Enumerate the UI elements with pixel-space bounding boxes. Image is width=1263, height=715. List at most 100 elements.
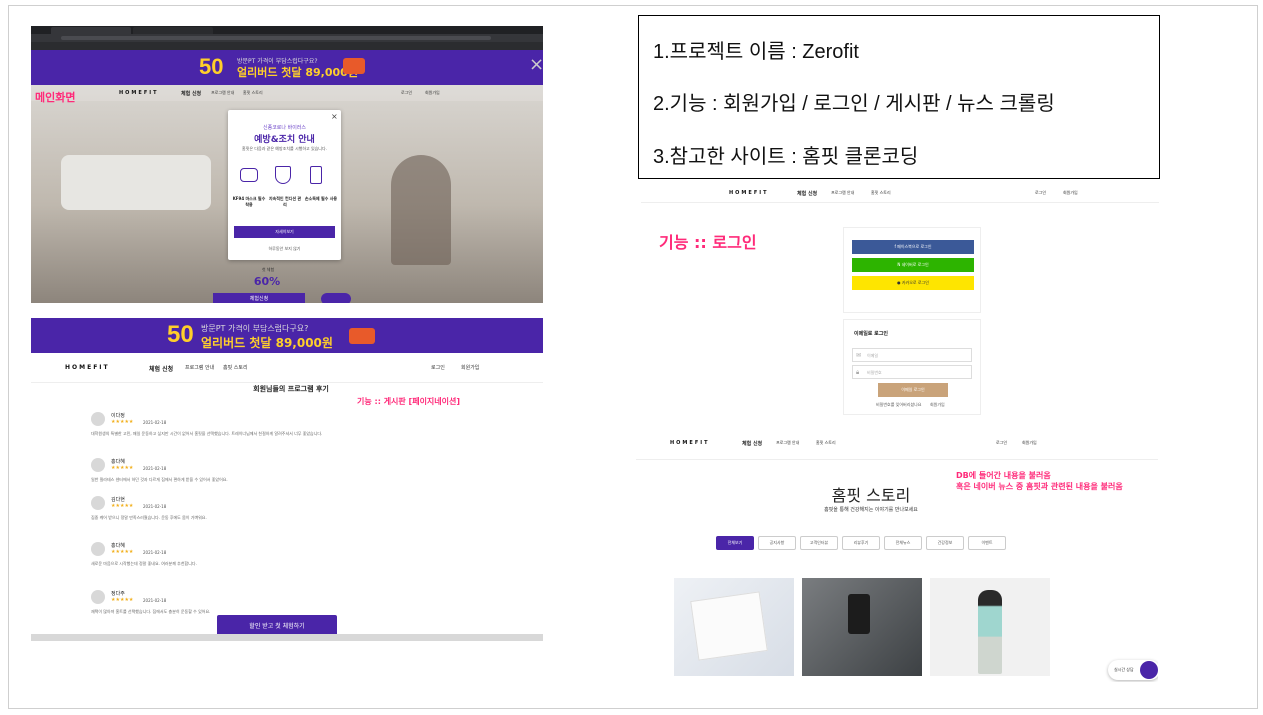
banner-big-number: 50 <box>167 321 194 348</box>
board-heading: 회원님들의 프로그램 후기 <box>253 385 329 393</box>
facebook-login-button[interactable]: f 페이스북으로 로그인 <box>852 240 974 254</box>
board-footer-shade <box>31 634 543 641</box>
tab-health[interactable]: 건강정보 <box>926 536 964 550</box>
person-illustration <box>391 155 451 265</box>
chat-button[interactable]: 실시간 상담 <box>1108 660 1158 680</box>
review-name: 홍다혜 <box>111 543 125 549</box>
nav-logo[interactable]: HOMEFIT <box>119 90 159 96</box>
avatar <box>91 458 105 472</box>
hero-cta-button[interactable]: 체험신청 <box>213 293 305 303</box>
nav-login[interactable]: 로그인 <box>401 90 412 96</box>
nav-item[interactable]: 프로그램 안내 <box>831 190 854 196</box>
browser-tab-bar <box>31 26 543 34</box>
review-item: 홍다혜 ★★★★★ 2021-02-18 일반 필라테스 센터에서 하던 것과 … <box>91 456 481 490</box>
browser-tab[interactable] <box>133 27 213 34</box>
cup-illustration <box>343 58 365 74</box>
chat-bubble[interactable] <box>321 293 351 303</box>
nav-logo[interactable]: HOMEFIT <box>65 364 110 371</box>
review-date: 2021-02-18 <box>143 466 167 471</box>
facebook-login-label: 페이스북으로 로그인 <box>897 244 932 249</box>
review-list: 이다정 ★★★★★ 2021-02-18 대학원생의 특별한 고민, 매일 운동… <box>91 410 481 640</box>
review-text: 새로운 마음으로 시작했는데 정말 좋네요. 여러분께 추천합니다. <box>91 561 197 566</box>
diary-sheet <box>690 591 768 661</box>
info-reference-site: 3.참고한 사이트 : 홈핏 클론코딩 <box>653 146 919 168</box>
modal-item: 손소독제 필수 사용 <box>304 196 338 201</box>
rating-stars: ★★★★★ <box>111 597 134 603</box>
story-card-image[interactable] <box>802 578 922 676</box>
signup-link[interactable]: 회원가입 <box>930 402 945 408</box>
review-date: 2021-02-18 <box>143 504 167 509</box>
browser-tab[interactable] <box>51 27 131 34</box>
email-field[interactable]: ✉ 이메일 <box>852 348 972 362</box>
email-login-submit[interactable]: 이메일 로그인 <box>878 383 948 397</box>
nav-item[interactable]: 홈핏 스토리 <box>243 90 263 96</box>
modal-close-icon[interactable]: × <box>331 112 338 121</box>
tab-interview[interactable]: 고객인터뷰 <box>800 536 838 550</box>
nav-item[interactable]: 체험 신청 <box>181 90 201 97</box>
nav-signup[interactable]: 회원가입 <box>461 364 479 371</box>
promo-banner[interactable]: 50 방문PT 가격이 부담스럽다구요? 얼리버드 첫달 89,000원 × <box>31 50 543 85</box>
password-field[interactable]: 🔒︎ 비밀번호 <box>852 365 972 379</box>
tab-review[interactable]: 리뷰후기 <box>842 536 880 550</box>
modal-detail-button[interactable]: 자세히보기 <box>234 226 335 238</box>
kakao-login-button[interactable]: ● 카카오로 로그인 <box>852 276 974 290</box>
review-date: 2021-02-18 <box>143 550 167 555</box>
phone-on-tripod <box>848 594 870 634</box>
promo-banner[interactable]: 50 방문PT 가격이 부담스럽다구요? 얼리버드 첫달 89,000원 <box>31 318 543 353</box>
avatar <box>91 542 105 556</box>
nav-logo[interactable]: HOMEFIT <box>729 190 769 196</box>
email-placeholder: 이메일 <box>867 353 879 358</box>
lock-icon: 🔒︎ <box>856 369 860 376</box>
tab-all[interactable]: 전체보기 <box>716 536 754 550</box>
nav-item[interactable]: 프로그램 안내 <box>776 440 799 446</box>
nav-item[interactable]: 체험 신청 <box>149 364 173 373</box>
nav-signup[interactable]: 회원가입 <box>1063 190 1078 196</box>
info-project-name: 1.프로젝트 이름 : Zerofit <box>653 41 859 63</box>
site-nav: HOMEFIT 체험 신청 프로그램 안내 홈핏 스토리 로그인 회원가입 <box>31 353 543 383</box>
modal-description: 홈핏은 다음과 같은 예방조치를 시행하고 있습니다. <box>242 146 327 151</box>
tab-event[interactable]: 이벤트 <box>968 536 1006 550</box>
naver-login-label: 네이버로 로그인 <box>901 262 929 267</box>
nav-item[interactable]: 홈핏 스토리 <box>871 190 891 196</box>
story-card-image[interactable] <box>930 578 1050 676</box>
review-text: 대학원생의 특별한 고민, 매일 운동하고 싶지만 시간이 없어서 홈핏을 선택… <box>91 431 323 436</box>
tab-notice[interactable]: 공지사항 <box>758 536 796 550</box>
nav-login[interactable]: 로그인 <box>1035 190 1046 196</box>
rating-stars: ★★★★★ <box>111 465 134 471</box>
browser-address-bar[interactable] <box>31 34 543 42</box>
info-features: 2.기능 : 회원가입 / 로그인 / 게시판 / 뉴스 크롤링 <box>653 93 1055 115</box>
review-item: 홍다혜 ★★★★★ 2021-02-18 새로운 마음으로 시작했는데 정말 좋… <box>91 540 481 584</box>
presentation-slide: 50 방문PT 가격이 부담스럽다구요? 얼리버드 첫달 89,000원 × H… <box>8 5 1258 709</box>
person-photo <box>978 590 1002 674</box>
board-screen-shot: 50 방문PT 가격이 부담스럽다구요? 얼리버드 첫달 89,000원 HOM… <box>31 318 543 641</box>
review-item: 김다현 ★★★★★ 2021-02-18 집중 케어 받으니 정말 만족스러웠습… <box>91 494 481 538</box>
nav-login[interactable]: 로그인 <box>431 364 445 371</box>
hero-background: HOMEFIT 체험 신청 프로그램 안내 홈핏 스토리 로그인 회원가입 메인… <box>31 85 543 303</box>
discount-value: 60% <box>253 275 281 288</box>
avatar <box>91 590 105 604</box>
review-name: 김다현 <box>111 497 125 503</box>
review-date: 2021-02-18 <box>143 598 167 603</box>
nav-item[interactable]: 체험 신청 <box>742 440 762 447</box>
naver-login-button[interactable]: N 네이버로 로그인 <box>852 258 974 272</box>
browser-bookmark-bar <box>31 42 543 50</box>
nav-signup[interactable]: 회원가입 <box>425 90 440 96</box>
story-card-image[interactable] <box>674 578 794 676</box>
close-icon[interactable]: × <box>529 54 543 75</box>
story-tabs: 전체보기 공지사항 고객인터뷰 리뷰후기 전체뉴스 건강정보 이벤트 <box>716 536 1026 550</box>
nav-item[interactable]: 프로그램 안내 <box>211 90 234 96</box>
nav-logo[interactable]: HOMEFIT <box>670 440 710 446</box>
nav-item[interactable]: 홈핏 스토리 <box>223 364 248 371</box>
modal-hide-link[interactable]: 하루동안 보지 않기 <box>228 246 341 252</box>
forgot-password-link[interactable]: 비밀번호를 잊어버리셨나요 <box>876 402 921 408</box>
project-info-box: 1.프로젝트 이름 : Zerofit 2.기능 : 회원가입 / 로그인 / … <box>638 15 1160 179</box>
banner-main-text: 얼리버드 첫달 89,000원 <box>237 66 358 79</box>
review-text: 집중 케어 받으니 정말 만족스러웠습니다. 운동 후에도 몸이 가벼워요. <box>91 515 207 520</box>
nav-item[interactable]: 프로그램 안내 <box>185 364 214 371</box>
nav-login[interactable]: 로그인 <box>996 440 1007 446</box>
nav-item[interactable]: 체험 신청 <box>797 190 817 197</box>
nav-item[interactable]: 홈핏 스토리 <box>816 440 836 446</box>
nav-signup[interactable]: 회원가입 <box>1022 440 1037 446</box>
tab-news[interactable]: 전체뉴스 <box>884 536 922 550</box>
shield-icon <box>275 166 291 184</box>
